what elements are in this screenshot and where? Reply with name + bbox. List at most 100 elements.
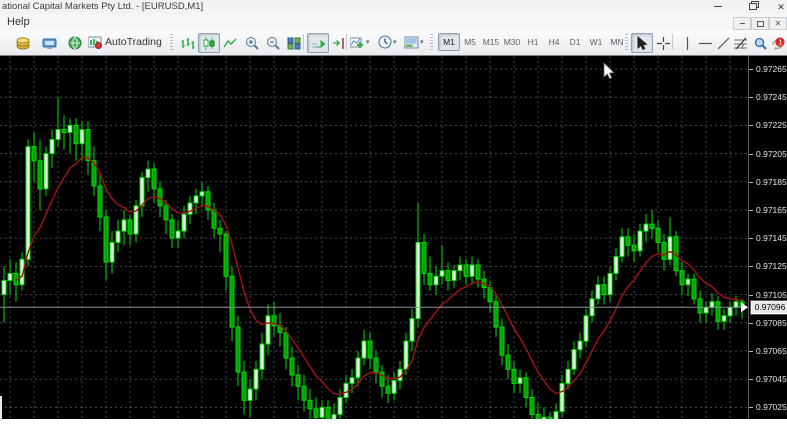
zoom-in-button[interactable] [241,33,263,53]
toolbar-separator [303,34,304,50]
price-axis-label: 0.97185 [756,177,787,187]
periods-button[interactable]: ▾ [378,33,397,51]
timeframe-button-m30[interactable]: M30 [501,33,523,51]
axis-tick [749,69,753,70]
zoom-in-icon [245,36,259,50]
axis-tick [749,238,753,239]
chart-plot-area[interactable] [0,56,748,420]
autotrading-button[interactable]: AutoTrading [88,33,162,51]
title-bar: ational Capital Markets Pty Ltd. - [EURU… [0,0,787,14]
menu-bar: Help ✕ [0,14,787,31]
price-axis-label: 0.97105 [756,290,787,300]
minimize-icon [714,6,722,7]
price-axis-label: 0.97025 [756,402,787,412]
price-axis-label: 0.97245 [756,92,787,102]
timeframe-button-m15[interactable]: M15 [480,33,502,51]
metaeditor-icon [42,37,57,50]
price-axis-label: 0.97225 [756,120,787,130]
dropdown-caret-icon: ▾ [366,38,370,46]
price-axis-label: 0.97265 [756,64,787,74]
fibonacci-icon: f [734,37,748,50]
dropdown-caret-icon: ▾ [393,38,397,46]
menu-item-help[interactable]: Help [3,15,34,29]
price-axis-label: 0.97205 [756,149,787,159]
crosshair-tool-button[interactable] [652,33,674,53]
cursor-tool-button[interactable] [631,33,653,53]
globe-icon [68,36,82,50]
timeframe-button-h1[interactable]: H1 [522,33,544,51]
notification-button[interactable]: 1 [767,33,787,53]
dropdown-caret-icon: ▾ [420,38,424,46]
templates-icon [404,36,419,49]
zoom-out-button[interactable] [262,33,284,53]
toolbar-grip[interactable] [625,34,628,50]
new-order-button[interactable] [12,33,34,53]
axis-tick [749,154,753,155]
axis-tick [749,323,753,324]
toolbar: AutoTrading ▾ ▾ ▾ M1M5M15M30H1H4D1W1MN [0,30,787,56]
svg-text:1: 1 [779,39,783,46]
bar-chart-button[interactable] [177,33,199,53]
toolbar-grip[interactable] [430,34,433,50]
axis-tick [749,210,753,211]
price-axis-label: 0.97045 [756,374,787,384]
cursor-icon [637,36,648,50]
indicators-button[interactable]: ▾ [350,33,370,51]
minimize-button[interactable] [705,0,731,14]
metaeditor-button[interactable] [38,33,60,53]
child-close-button[interactable]: ✕ [769,17,787,30]
horizontal-line-icon [699,38,712,49]
toolbar-grip[interactable] [170,34,173,50]
child-minimize-button[interactable] [733,17,751,30]
child-restore-icon [757,21,764,27]
timeframe-button-m5[interactable]: M5 [459,33,481,51]
community-button[interactable] [64,33,86,53]
chart-window: 0.97265 0.97245 0.97225 0.97205 0.97185 0.971… [0,55,787,420]
autotrading-icon [88,36,102,49]
templates-button[interactable]: ▾ [404,33,424,51]
auto-scroll-icon [311,37,325,50]
timeframe-button-d1[interactable]: D1 [564,33,586,51]
price-axis-label: 0.97165 [756,205,787,215]
vertical-line-icon [682,37,693,50]
axis-tick [749,379,753,380]
tile-windows-icon [287,37,301,50]
mt4-window: { "window": { "title": "ational Capital … [0,0,787,427]
restore-button[interactable] [740,0,766,14]
timeframe-button-m1[interactable]: M1 [438,33,460,51]
restore-icon [749,3,757,10]
child-restore-button[interactable] [751,17,769,30]
close-button[interactable]: ✕ [768,0,787,14]
line-chart-button[interactable] [219,33,241,53]
price-axis-label: 0.97065 [756,346,787,356]
close-icon: ✕ [777,2,785,12]
axis-tick [749,266,753,267]
toolbar-separator [672,34,673,50]
line-chart-icon [223,37,237,50]
auto-scroll-button[interactable] [307,33,329,53]
timeframe-button-w1[interactable]: W1 [585,33,607,51]
tile-windows-button[interactable] [283,33,305,53]
price-axis: 0.97265 0.97245 0.97225 0.97205 0.97185 0.971… [748,56,787,420]
candlestick-chart-icon [202,37,216,50]
axis-tick [749,407,753,408]
mouse-cursor-icon [603,62,616,81]
cropped-toolbar-icon [0,33,6,53]
new-order-icon [16,37,31,50]
current-bid-price: 0.97096 [751,301,787,314]
price-axis-label: 0.97125 [756,261,787,271]
axis-tick [749,295,753,296]
axis-tick [749,125,753,126]
zoom-out-icon [266,36,280,50]
red-badge-icon: 1 [771,36,785,50]
axis-tick [749,182,753,183]
bar-chart-icon [181,37,195,50]
axis-tick [749,351,753,352]
axis-tick [749,97,753,98]
timeframe-button-h4[interactable]: H4 [543,33,565,51]
candlestick-chart-button[interactable] [198,33,220,53]
price-axis-label: 0.97145 [756,233,787,243]
toolbar-separator [346,34,347,50]
clock-icon [378,35,392,49]
autotrading-label: AutoTrading [105,36,162,48]
